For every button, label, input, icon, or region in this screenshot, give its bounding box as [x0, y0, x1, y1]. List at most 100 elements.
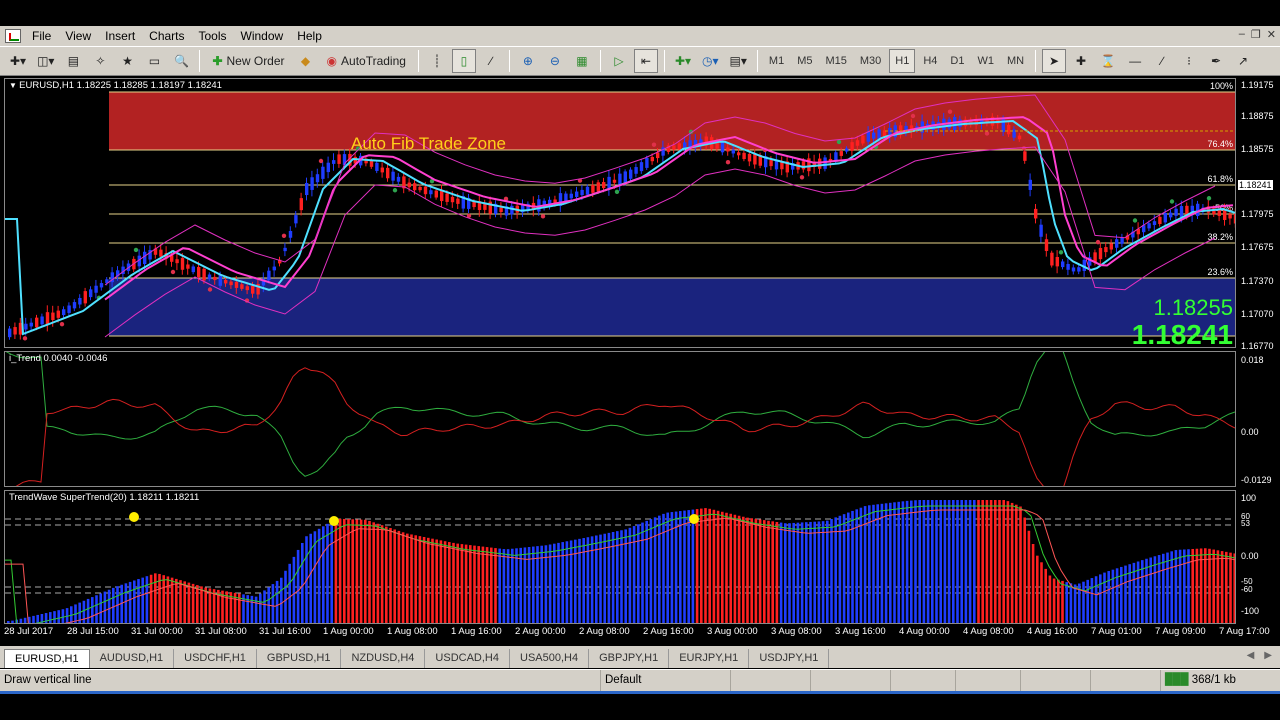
signal-point: [1095, 239, 1101, 245]
new-order-button[interactable]: ✚ New Order: [206, 49, 290, 73]
trendwave-bar: [137, 579, 140, 623]
data-window-icon[interactable]: ✧: [88, 49, 112, 73]
fib-tool-icon[interactable]: ⁝: [1177, 49, 1201, 73]
time-axis: 28 Jul 2017 28 Jul 15:00 31 Jul 00:00 31…: [4, 626, 1280, 640]
trendwave-pane[interactable]: TrendWave SuperTrend(20) 1.18211 1.18211: [4, 490, 1236, 624]
tab-nzdusd-h4[interactable]: NZDUSD,H4: [341, 649, 426, 668]
price-label: 1.17370: [1241, 276, 1274, 286]
menu-charts[interactable]: Charts: [142, 26, 191, 46]
tab-usdcad-h4[interactable]: USDCAD,H4: [425, 649, 510, 668]
cursor-icon[interactable]: ➤: [1042, 49, 1067, 73]
tab-gbpjpy-h1[interactable]: GBPJPY,H1: [589, 649, 670, 668]
taskbar-strip: [0, 691, 1280, 720]
tab-eurusd-h1[interactable]: EURUSD,H1: [4, 649, 90, 668]
trendwave-bar: [1162, 553, 1165, 623]
tab-eurjpy-h1[interactable]: EURJPY,H1: [669, 649, 750, 668]
tab-usdjpy-h1[interactable]: USDJPY,H1: [749, 649, 830, 668]
menu-tools[interactable]: Tools: [192, 26, 234, 46]
restore-icon[interactable]: ❐: [1251, 28, 1261, 41]
horizontal-line-icon[interactable]: —: [1123, 49, 1147, 73]
trendwave-bar: [292, 556, 296, 623]
crosshair-icon[interactable]: ✚: [1069, 49, 1093, 73]
price-pane[interactable]: 100% 76.4% 61.8% 50% 38.2% 23.6% Auto Fib Tra…: [4, 78, 1236, 348]
menu-help[interactable]: Help: [290, 26, 329, 46]
menu-insert[interactable]: Insert: [98, 26, 142, 46]
tab-gbpusd-h1[interactable]: GBPUSD,H1: [257, 649, 342, 668]
timeframe-m5[interactable]: M5: [792, 55, 817, 67]
app-icon[interactable]: [5, 29, 21, 43]
periods-icon[interactable]: ◷▾: [698, 49, 723, 73]
candle-body: [35, 317, 39, 328]
trendwave-bar: [1099, 574, 1102, 623]
strategy-tester-icon[interactable]: 🔍: [169, 49, 193, 73]
trendline-icon[interactable]: ∕: [1150, 49, 1174, 73]
zoom-out-icon[interactable]: ⊖: [543, 49, 567, 73]
timeframe-m30[interactable]: M30: [855, 55, 886, 67]
market-watch-icon[interactable]: ▤: [61, 49, 85, 73]
candle-body: [315, 174, 320, 183]
hourglass-icon[interactable]: ⌛: [1096, 49, 1120, 73]
new-chart-icon[interactable]: ✚▾: [6, 49, 30, 73]
candle-body: [677, 143, 681, 150]
trendwave-bar: [767, 520, 770, 623]
candle-body: [272, 266, 276, 271]
templates-icon[interactable]: ▤▾: [726, 49, 751, 73]
timeframe-m1[interactable]: M1: [764, 55, 789, 67]
candle-body: [629, 169, 633, 179]
timeframe-mn[interactable]: MN: [1002, 55, 1029, 67]
status-empty: [730, 670, 810, 691]
timeframe-d1[interactable]: D1: [945, 55, 969, 67]
trendwave-bar: [662, 513, 665, 623]
line-chart-icon[interactable]: ∕: [479, 49, 503, 73]
itrend-pane[interactable]: i_Trend 0.0040 -0.0046: [4, 351, 1236, 487]
zoom-in-icon[interactable]: ⊕: [516, 49, 540, 73]
tab-right-icon[interactable]: ▶: [1264, 650, 1272, 661]
candle-body: [143, 251, 147, 265]
minimize-icon[interactable]: –: [1239, 28, 1245, 41]
candle-body: [612, 179, 617, 183]
trendwave-bar: [721, 511, 724, 623]
tile-windows-icon[interactable]: ▦: [570, 49, 594, 73]
tab-audusd-h1[interactable]: AUDUSD,H1: [90, 649, 175, 668]
menu-view[interactable]: View: [58, 26, 98, 46]
trendwave-bar: [414, 535, 417, 623]
fib-blue-zone: [109, 278, 1235, 336]
trendwave-svg: [5, 500, 1235, 623]
candle-body: [845, 148, 849, 152]
signal-point: [947, 109, 953, 114]
menu-window[interactable]: Window: [234, 26, 291, 46]
autotrading-button[interactable]: ◉ AutoTrading: [321, 49, 412, 73]
candlestick-icon[interactable]: ▯: [451, 49, 476, 73]
timeframe-h4[interactable]: H4: [918, 55, 942, 67]
trendwave-bar: [1027, 530, 1031, 623]
metaeditor-icon[interactable]: ◆: [294, 49, 318, 73]
timeframe-m15[interactable]: M15: [820, 55, 851, 67]
axis-label: -0.0129: [1241, 475, 1272, 485]
candle-body: [1152, 221, 1157, 226]
navigator-icon[interactable]: ★: [115, 49, 139, 73]
terminal-icon[interactable]: ▭: [142, 49, 166, 73]
arrow-tool-icon[interactable]: ↗: [1231, 49, 1255, 73]
trendwave-bar: [561, 542, 564, 623]
trendwave-bar: [49, 612, 52, 623]
profiles-icon[interactable]: ◫▾: [33, 49, 58, 73]
main-chart-title: ▼ EURUSD,H1 1.18225 1.18285 1.18197 1.18…: [9, 80, 222, 91]
tab-usdchf-h1[interactable]: USDCHF,H1: [174, 649, 257, 668]
tab-left-icon[interactable]: ◀: [1247, 650, 1255, 661]
tab-usa500-h4[interactable]: USA500,H4: [510, 649, 590, 668]
collapse-arrow-icon[interactable]: ▼: [9, 81, 19, 90]
indicators-icon[interactable]: ✚▾: [671, 49, 695, 73]
menu-file[interactable]: File: [25, 26, 58, 46]
auto-scroll-icon[interactable]: ▷: [607, 49, 631, 73]
trendwave-bar: [931, 500, 934, 623]
close-icon[interactable]: ✕: [1267, 28, 1276, 41]
bar-chart-icon[interactable]: ┊: [425, 49, 449, 73]
text-tool-icon[interactable]: ✒: [1204, 49, 1228, 73]
trendwave-bar: [700, 508, 703, 623]
timeframe-h1[interactable]: H1: [889, 49, 916, 73]
trendwave-bar: [506, 549, 510, 623]
timeframe-w1[interactable]: W1: [972, 55, 999, 67]
trendwave-bar: [1069, 583, 1073, 623]
chart-shift-icon[interactable]: ⇤: [633, 49, 658, 73]
trendwave-bar: [926, 500, 930, 623]
